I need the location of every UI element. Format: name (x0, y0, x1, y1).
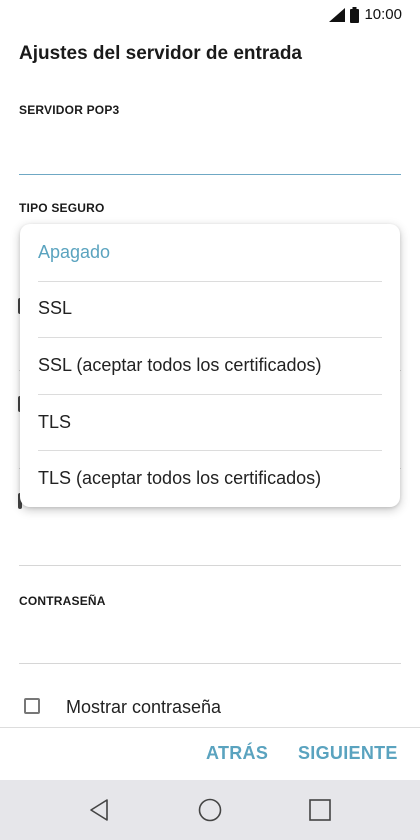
password-input[interactable] (19, 663, 401, 664)
back-triangle-icon[interactable] (87, 797, 113, 823)
status-icons: 10:00 (329, 6, 402, 23)
action-bar-divider (0, 727, 420, 728)
system-navigation-bar (0, 780, 420, 840)
home-circle-icon[interactable] (197, 797, 223, 823)
dropdown-option-tls-all-certs[interactable]: TLS (aceptar todos los certificados) (20, 450, 400, 507)
pop3-server-input[interactable] (19, 174, 401, 175)
battery-icon (350, 6, 360, 23)
security-type-label: TIPO SEGURO (19, 201, 105, 215)
password-label: CONTRASEÑA (19, 594, 106, 608)
status-bar: 10:00 (0, 0, 420, 32)
dropdown-option-ssl-all-certs[interactable]: SSL (aceptar todos los certificados) (20, 337, 400, 394)
page-title: Ajustes del servidor de entrada (19, 43, 302, 64)
signal-icon (329, 7, 346, 22)
next-button[interactable]: SIGUIENTE (298, 743, 398, 764)
security-type-dropdown: Apagado SSL SSL (aceptar todos los certi… (20, 224, 400, 507)
show-password-checkbox[interactable] (24, 698, 40, 714)
dropdown-option-ssl[interactable]: SSL (20, 280, 400, 338)
status-time: 10:00 (364, 6, 402, 23)
back-button[interactable]: ATRÁS (206, 743, 268, 764)
dropdown-option-off[interactable]: Apagado (20, 224, 400, 281)
pop3-server-label: SERVIDOR POP3 (19, 103, 120, 117)
field-divider (19, 565, 401, 566)
dropdown-option-tls[interactable]: TLS (20, 393, 400, 451)
recents-square-icon[interactable] (307, 797, 333, 823)
show-password-label[interactable]: Mostrar contraseña (66, 697, 221, 718)
